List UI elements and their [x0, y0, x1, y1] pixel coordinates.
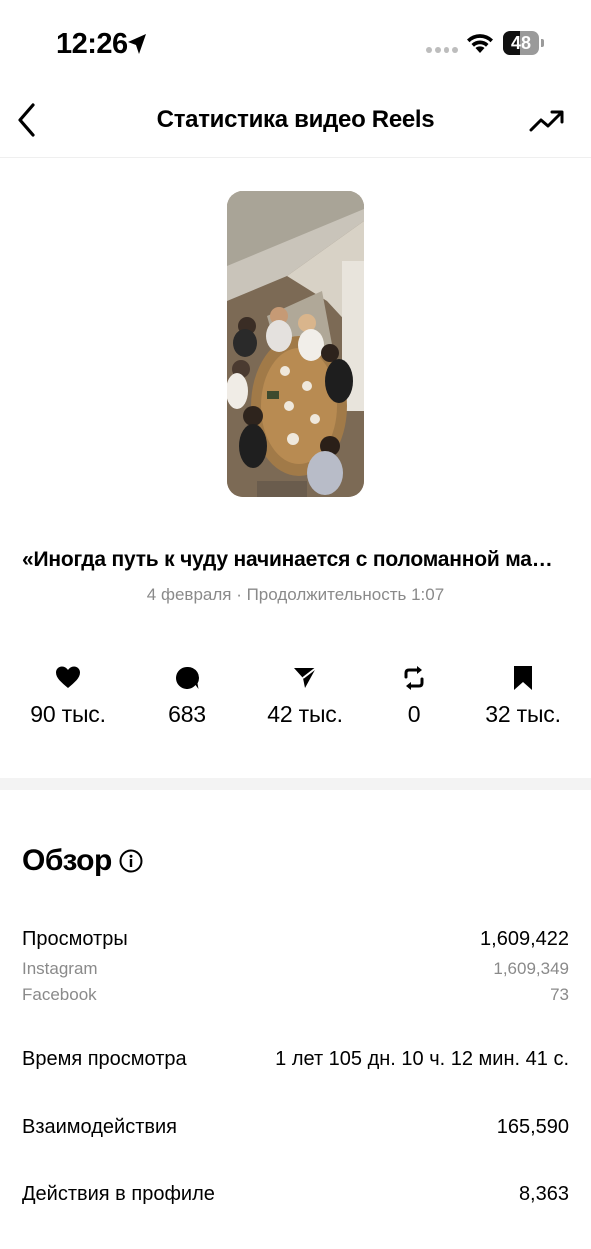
profile-actions-value: 8,363 — [518, 1183, 569, 1205]
facebook-label: Facebook — [22, 985, 97, 1004]
watch-time-row[interactable]: Время просмотра 1 лет 105 дн. 10 ч. 12 м… — [22, 1048, 569, 1078]
battery-indicator: 48 — [503, 31, 544, 55]
watch-time-value: 1 лет 105 дн. 10 ч. 12 мин. 41 с. — [275, 1048, 569, 1070]
engagement-metrics: 90 тыс. 683 42 тыс. 0 32 тыс. — [0, 664, 591, 734]
overview-title: Обзор — [22, 844, 112, 877]
profile-actions-row[interactable]: Действия в профиле 8,363 — [22, 1183, 569, 1213]
status-time: 12:26 — [56, 28, 128, 60]
reel-caption: «Иногда путь к чуду начинается с поломан… — [22, 548, 579, 571]
repost-icon — [404, 666, 424, 690]
reel-thumbnail[interactable] — [227, 191, 364, 497]
interactions-label: Взаимодействия — [22, 1116, 177, 1138]
status-bar: 12:26 48 — [0, 0, 591, 90]
profile-actions-label: Действия в профиле — [22, 1183, 215, 1205]
info-icon[interactable] — [119, 849, 143, 873]
share-icon — [294, 667, 317, 688]
reel-meta: 4 февраля · Продолжительность 1:07 — [146, 585, 445, 604]
battery-level-text: 48 — [510, 33, 532, 53]
bookmark-icon — [514, 666, 532, 690]
instagram-label: Instagram — [22, 959, 98, 978]
facebook-value: 73 — [550, 985, 569, 1004]
cellular-signal-icon — [426, 47, 458, 55]
instagram-value: 1,609,349 — [493, 959, 569, 978]
wifi-icon — [467, 34, 493, 53]
heart-icon — [56, 666, 80, 688]
views-value: 1,609,422 — [480, 928, 569, 950]
saves-count: 32 тыс. — [485, 701, 561, 727]
comment-icon — [176, 666, 200, 689]
nav-header: Статистика видео Reels — [0, 92, 591, 158]
comments-metric: 683 — [127, 664, 247, 728]
shares-metric: 42 тыс. — [245, 664, 365, 728]
shares-count: 42 тыс. — [267, 701, 343, 727]
interactions-row[interactable]: Взаимодействия 165,590 — [22, 1116, 569, 1146]
views-facebook-row: Facebook 73 — [22, 985, 569, 1009]
reposts-metric: 0 — [354, 664, 474, 728]
reposts-count: 0 — [407, 701, 421, 727]
comments-count: 683 — [168, 701, 206, 727]
likes-metric: 90 тыс. — [8, 664, 128, 728]
reel-thumbnail-image — [227, 191, 364, 497]
location-arrow-icon — [128, 34, 146, 54]
saves-metric: 32 тыс. — [463, 664, 583, 728]
trend-chart-button[interactable] — [529, 108, 565, 134]
interactions-value: 165,590 — [496, 1116, 569, 1138]
page-title: Статистика видео Reels — [156, 106, 435, 133]
likes-count: 90 тыс. — [30, 701, 106, 727]
watch-time-label: Время просмотра — [22, 1048, 187, 1070]
views-row[interactable]: Просмотры 1,609,422 — [22, 928, 569, 958]
section-divider — [0, 778, 591, 790]
views-label: Просмотры — [22, 928, 128, 950]
views-instagram-row: Instagram 1,609,349 — [22, 959, 569, 983]
